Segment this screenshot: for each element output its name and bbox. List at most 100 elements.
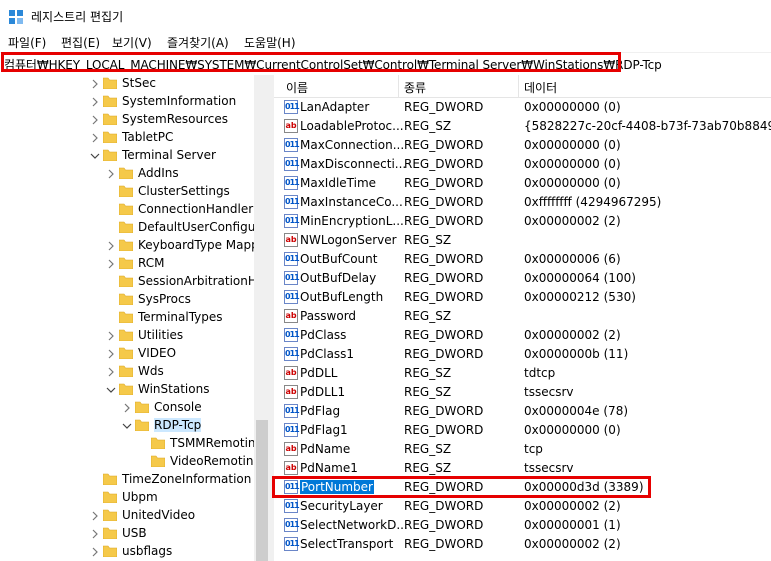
value-name: MaxConnection...	[300, 138, 405, 152]
tree-item[interactable]: AddIns	[0, 165, 254, 183]
tree-item[interactable]: Terminal Server	[0, 147, 254, 165]
chevron-right-icon[interactable]	[106, 241, 116, 251]
key-tree[interactable]: StSec SystemInformation SystemResources Tab…	[0, 75, 270, 561]
header-separator[interactable]	[518, 75, 519, 97]
chevron-down-icon[interactable]	[106, 385, 116, 395]
tree-item-label: SystemResources	[122, 112, 229, 126]
value-row[interactable]: 011 PdClass REG_DWORD 0x00000002 (2)	[274, 326, 771, 345]
value-row[interactable]: 011 MinEncryptionL... REG_DWORD 0x00000002 …	[274, 212, 771, 231]
tree-item[interactable]: TSMMRemoting	[0, 435, 263, 453]
value-row[interactable]: 011 SecurityLayer REG_DWORD 0x00000002 (2)	[274, 497, 771, 516]
tree-item-label: DefaultUserConfigura	[138, 220, 268, 234]
tree-item-label: usbflags	[122, 544, 173, 558]
tree-item[interactable]: USB	[0, 525, 254, 543]
value-list[interactable]: 이름 종류 데이터 011 LanAdapter REG_DWORD 0x000000…	[274, 75, 771, 561]
value-row[interactable]: ab LoadableProtoc... REG_SZ {5828227c-20cf-…	[274, 117, 771, 136]
tree-item[interactable]: SessionArbitrationHel	[0, 273, 268, 291]
chevron-right-icon[interactable]	[122, 403, 132, 413]
folder-icon	[119, 257, 133, 269]
tree-scrollbar[interactable]	[254, 75, 270, 561]
value-data: 0xffffffff (4294967295)	[524, 195, 662, 209]
chevron-right-icon[interactable]	[106, 331, 116, 341]
value-row[interactable]: 011 PdFlag1 REG_DWORD 0x00000000 (0)	[274, 421, 771, 440]
tree-item[interactable]: ConnectionHandler	[0, 201, 254, 219]
tree-item[interactable]: StSec	[0, 75, 254, 93]
tree-item-label: SysProcs	[138, 292, 191, 306]
value-name: PdFlag1	[300, 423, 348, 437]
value-row[interactable]: 011 SelectTransport REG_DWORD 0x00000002 (2…	[274, 535, 771, 554]
value-type: REG_DWORD	[404, 195, 484, 209]
tree-item[interactable]: Console	[0, 399, 254, 417]
header-separator[interactable]	[398, 75, 399, 97]
value-row[interactable]: 011 OutBufDelay REG_DWORD 0x00000064 (100)	[274, 269, 771, 288]
tree-item-label: Wds	[138, 364, 164, 378]
chevron-down-icon[interactable]	[90, 151, 100, 161]
value-row[interactable]: ab PdName1 REG_SZ tssecsrv	[274, 459, 771, 478]
value-row[interactable]: 011 PdFlag REG_DWORD 0x0000004e (78)	[274, 402, 771, 421]
tree-item[interactable]: RCM	[0, 255, 254, 273]
header-data[interactable]: 데이터	[524, 79, 557, 96]
tree-item[interactable]: SystemResources	[0, 111, 254, 129]
tree-item[interactable]: TimeZoneInformation	[0, 471, 254, 489]
tree-item[interactable]: RDP-Tcp	[0, 417, 254, 435]
address-bar[interactable]: 컴퓨터₩HKEY_LOCAL_MACHINE₩SYSTEM₩CurrentCon…	[0, 52, 771, 76]
chevron-right-icon[interactable]	[106, 259, 116, 269]
tree-item[interactable]: UnitedVideo	[0, 507, 254, 525]
menu-view[interactable]: 보기(V)	[112, 34, 152, 51]
tree-item[interactable]: WinStations	[0, 381, 254, 399]
value-row[interactable]: 011 LanAdapter REG_DWORD 0x00000000 (0)	[274, 98, 771, 117]
chevron-right-icon[interactable]	[90, 547, 100, 557]
chevron-right-icon[interactable]	[106, 349, 116, 359]
tree-item[interactable]: SysProcs	[0, 291, 254, 309]
tree-item[interactable]: VIDEO	[0, 345, 254, 363]
tree-item[interactable]: TerminalTypes	[0, 309, 254, 327]
value-row[interactable]: ab Password REG_SZ	[274, 307, 771, 326]
value-row[interactable]: 011 SelectNetworkD... REG_DWORD 0x00000001 …	[274, 516, 771, 535]
tree-item[interactable]: Wds	[0, 363, 254, 381]
value-row[interactable]: ab PdDLL REG_SZ tdtcp	[274, 364, 771, 383]
value-row[interactable]: 011 OutBufCount REG_DWORD 0x00000006 (6)	[274, 250, 771, 269]
menu-favorites[interactable]: 즐겨찾기(A)	[167, 34, 229, 51]
menu-file[interactable]: 파일(F)	[8, 34, 46, 51]
chevron-right-icon[interactable]	[106, 367, 116, 377]
binary-value-icon: 011	[284, 157, 300, 171]
value-type: REG_DWORD	[404, 271, 484, 285]
chevron-right-icon[interactable]	[106, 169, 116, 179]
value-row[interactable]: 011 PortNumber REG_DWORD 0x00000d3d (3389)	[274, 478, 771, 497]
chevron-down-icon[interactable]	[122, 421, 132, 431]
value-row[interactable]: ab NWLogonServer REG_SZ	[274, 231, 771, 250]
tree-item[interactable]: SystemInformation	[0, 93, 254, 111]
value-type: REG_DWORD	[404, 290, 484, 304]
tree-item[interactable]: usbflags	[0, 543, 254, 561]
tree-item[interactable]: VideoRemoting	[0, 453, 261, 471]
tree-item[interactable]: Utilities	[0, 327, 254, 345]
tree-item[interactable]: DefaultUserConfigura	[0, 219, 268, 237]
value-row[interactable]: 011 PdClass1 REG_DWORD 0x0000000b (11)	[274, 345, 771, 364]
value-row[interactable]: 011 MaxIdleTime REG_DWORD 0x00000000 (0)	[274, 174, 771, 193]
header-name[interactable]: 이름	[286, 79, 308, 96]
tree-item[interactable]: ClusterSettings	[0, 183, 254, 201]
value-row[interactable]: 011 MaxInstanceCo... REG_DWORD 0xffffffff (…	[274, 193, 771, 212]
tree-item[interactable]: TabletPC	[0, 129, 254, 147]
tree-item[interactable]: KeyboardType Mappi	[0, 237, 262, 255]
tree-scrollbar-thumb[interactable]	[256, 420, 268, 561]
chevron-right-icon[interactable]	[90, 133, 100, 143]
value-row[interactable]: 011 MaxConnection... REG_DWORD 0x00000000 (…	[274, 136, 771, 155]
value-row[interactable]: 011 MaxDisconnecti... REG_DWORD 0x00000000 …	[274, 155, 771, 174]
chevron-right-icon[interactable]	[90, 79, 100, 89]
menu-help[interactable]: 도움말(H)	[244, 34, 296, 51]
binary-value-icon: 011	[284, 252, 300, 266]
tree-item[interactable]: Ubpm	[0, 489, 254, 507]
value-data: 0x00000000 (0)	[524, 100, 621, 114]
value-row[interactable]: ab PdDLL1 REG_SZ tssecsrv	[274, 383, 771, 402]
chevron-right-icon[interactable]	[90, 529, 100, 539]
chevron-right-icon[interactable]	[90, 97, 100, 107]
chevron-right-icon[interactable]	[90, 511, 100, 521]
chevron-right-icon[interactable]	[90, 115, 100, 125]
header-type[interactable]: 종류	[404, 79, 426, 96]
value-row[interactable]: 011 OutBufLength REG_DWORD 0x00000212 (530)	[274, 288, 771, 307]
address-path[interactable]: 컴퓨터₩HKEY_LOCAL_MACHINE₩SYSTEM₩CurrentCon…	[4, 56, 662, 73]
folder-icon	[119, 383, 133, 395]
menu-edit[interactable]: 편집(E)	[61, 34, 100, 51]
value-row[interactable]: ab PdName REG_SZ tcp	[274, 440, 771, 459]
